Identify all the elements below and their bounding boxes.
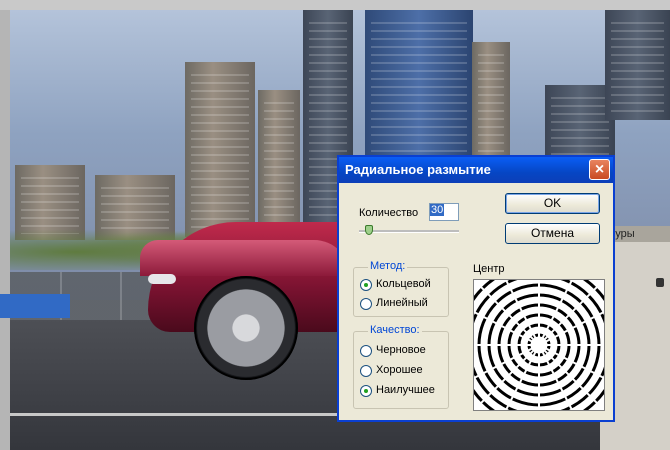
amount-value: 30 <box>430 204 445 216</box>
dialog-title[interactable]: Радиальное размытие <box>339 157 613 183</box>
app-left-strip <box>0 10 10 450</box>
blur-center-preview[interactable] <box>473 279 605 411</box>
blur-preview-graphic <box>474 280 604 410</box>
quality-group: Качество: Черновое Хорошее Наилучшее <box>353 324 449 409</box>
radio-method-circular[interactable] <box>360 279 372 291</box>
quality-title: Качество: <box>368 324 422 336</box>
method-title: Метод: <box>368 260 408 272</box>
building <box>605 10 670 120</box>
quality-option-label[interactable]: Черновое <box>376 344 426 356</box>
car-headlight <box>148 274 176 284</box>
amount-slider-track[interactable] <box>359 230 459 233</box>
radio-quality-good[interactable] <box>360 365 372 377</box>
method-group: Метод: Кольцевой Линейный <box>353 260 449 317</box>
radio-quality-best[interactable] <box>360 385 372 397</box>
radio-method-linear[interactable] <box>360 298 372 310</box>
car-hood <box>140 240 350 276</box>
car-wheel <box>194 276 298 380</box>
cancel-button[interactable]: Отмена <box>505 223 600 244</box>
quality-option-label[interactable]: Наилучшее <box>376 384 435 396</box>
close-icon[interactable]: × <box>589 159 610 180</box>
amount-input[interactable]: 30 <box>429 203 459 221</box>
ok-button[interactable]: OK <box>505 193 600 214</box>
app-top-strip <box>0 0 670 10</box>
radio-quality-draft[interactable] <box>360 345 372 357</box>
amount-slider-thumb[interactable] <box>365 225 373 235</box>
quality-option-label[interactable]: Хорошее <box>376 364 423 376</box>
amount-label: Количество <box>359 207 419 219</box>
selected-layer-row[interactable] <box>0 294 70 318</box>
method-option-label[interactable]: Линейный <box>376 297 428 309</box>
method-option-label[interactable]: Кольцевой <box>376 278 431 290</box>
lock-icon[interactable] <box>656 278 664 287</box>
radial-blur-dialog: Радиальное размытие × Количество 30 OK О… <box>337 155 615 422</box>
center-label: Центр <box>473 263 505 275</box>
